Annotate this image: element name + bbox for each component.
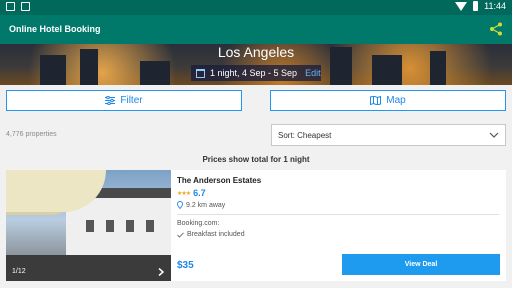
status-bar: 11:44: [0, 0, 512, 15]
filter-label: Filter: [120, 95, 143, 106]
date-range-text: 1 night, 4 Sep - 5 Sep: [210, 68, 298, 78]
review-score: 6.7: [193, 188, 206, 198]
prices-note: Prices show total for 1 night: [202, 155, 310, 164]
location-pin-icon: [177, 201, 183, 209]
city-hero-banner: Los Angeles 1 night, 4 Sep - 5 Sep Edit: [0, 44, 512, 85]
hotel-distance: 9.2 km away: [186, 201, 226, 209]
chevron-right-icon[interactable]: [157, 268, 165, 276]
calendar-icon: [196, 68, 205, 78]
sort-dropdown[interactable]: Sort: Cheapest: [271, 124, 506, 146]
status-time: 11:44: [484, 1, 506, 11]
card-divider: [177, 214, 499, 215]
app-title: Online Hotel Booking: [9, 24, 101, 34]
filter-button[interactable]: Filter: [6, 90, 242, 111]
date-range-pill[interactable]: 1 night, 4 Sep - 5 Sep Edit: [191, 65, 321, 81]
property-count: 4,776 properties: [6, 131, 57, 138]
photo-counter: 1/12: [12, 268, 26, 275]
hotel-price: $35: [177, 260, 194, 271]
amenity-text: Breakfast included: [187, 231, 245, 238]
app-bar: Online Hotel Booking: [0, 15, 512, 44]
filter-sliders-icon: [105, 96, 116, 105]
map-button[interactable]: Map: [270, 90, 506, 111]
image-notification-icon: [21, 2, 30, 11]
map-label: Map: [386, 95, 406, 106]
share-icon[interactable]: [489, 22, 503, 36]
hotel-name[interactable]: The Anderson Estates: [177, 176, 261, 185]
notification-icon: [6, 2, 15, 11]
hotel-photo[interactable]: 1/12: [6, 170, 171, 281]
city-name: Los Angeles: [217, 44, 295, 60]
chevron-down-icon: [489, 132, 499, 138]
battery-icon: [473, 1, 479, 11]
star-rating: ★★★: [177, 190, 191, 197]
hotel-card[interactable]: 1/12 The Anderson Estates ★★★ 6.7 9.2 km…: [6, 170, 506, 281]
status-notifications: [6, 2, 30, 11]
map-icon: [370, 96, 382, 105]
view-deal-button[interactable]: View Deal: [342, 254, 500, 275]
sort-label: Sort: Cheapest: [278, 130, 332, 140]
wifi-icon: [455, 1, 468, 11]
check-icon: [177, 231, 184, 238]
deal-provider: Booking.com:: [177, 220, 220, 227]
edit-dates-link[interactable]: Edit: [305, 68, 321, 78]
